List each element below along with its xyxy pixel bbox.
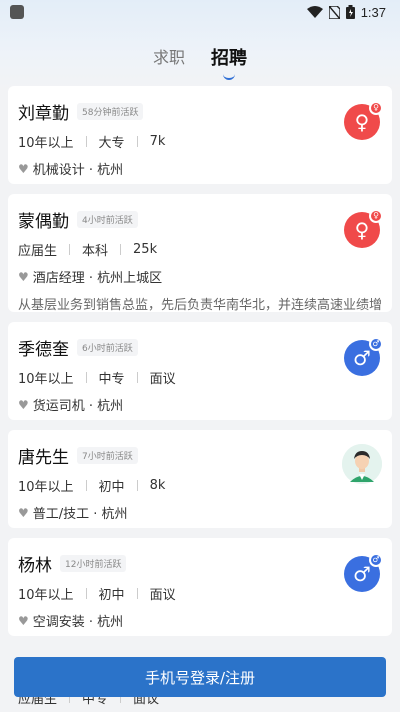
candidate-card[interactable]: 刘章勤 58分钟前活跃 10年以上 大专 7k ♥ 机械设计 · 杭州 ♀ ♀ bbox=[8, 86, 392, 184]
status-time: 1:37 bbox=[360, 4, 386, 20]
divider bbox=[136, 480, 138, 491]
tab-recruiting[interactable]: 招聘 bbox=[209, 40, 249, 80]
male-avatar: ♂ ♂ bbox=[344, 553, 383, 592]
education: 初中 bbox=[98, 480, 125, 495]
divider bbox=[120, 244, 122, 255]
gender-badge-icon: ♀ bbox=[369, 101, 383, 115]
status-bar: 1:37 bbox=[0, 0, 400, 24]
candidate-name: 杨林 bbox=[18, 555, 52, 576]
divider bbox=[85, 136, 87, 147]
desired-job: 酒店经理 · 杭州上城区 bbox=[32, 271, 163, 286]
candidate-name: 刘章勤 bbox=[18, 103, 69, 124]
man-avatar-icon bbox=[342, 444, 382, 484]
salary: 8k bbox=[149, 478, 166, 493]
active-time-tag: 7小时前活跃 bbox=[77, 446, 138, 464]
candidate-list: 刘章勤 58分钟前活跃 10年以上 大专 7k ♥ 机械设计 · 杭州 ♀ ♀ … bbox=[8, 86, 392, 646]
candidate-card[interactable]: 杨林 12小时前活跃 10年以上 初中 面议 ♥ 空调安装 · 杭州 ♂ ♂ bbox=[8, 538, 392, 636]
candidate-name: 季德奎 bbox=[18, 339, 69, 360]
male-avatar: ♂ ♂ bbox=[344, 337, 383, 376]
heart-icon: ♥ bbox=[18, 161, 29, 176]
female-symbol-icon: ♀ bbox=[354, 110, 370, 134]
heart-icon: ♥ bbox=[18, 613, 29, 628]
gender-badge-icon: ♂ bbox=[369, 553, 383, 567]
experience: 应届生 bbox=[18, 244, 58, 259]
female-symbol-icon: ♀ bbox=[354, 218, 370, 242]
experience: 10年以上 bbox=[18, 136, 74, 151]
divider bbox=[85, 480, 87, 491]
divider bbox=[69, 244, 71, 255]
salary: 7k bbox=[149, 134, 166, 149]
salary: 面议 bbox=[149, 588, 176, 603]
male-symbol-icon: ♂ bbox=[353, 562, 371, 586]
tab-job-seeking[interactable]: 求职 bbox=[151, 40, 187, 72]
heart-icon: ♥ bbox=[18, 505, 29, 520]
divider bbox=[136, 588, 138, 599]
male-symbol-icon: ♂ bbox=[353, 346, 371, 370]
divider bbox=[85, 588, 87, 599]
salary: 面议 bbox=[149, 372, 176, 387]
gender-badge-icon: ♂ bbox=[369, 337, 383, 351]
experience: 10年以上 bbox=[18, 588, 74, 603]
active-time-tag: 4小时前活跃 bbox=[77, 210, 138, 228]
status-icons: 1:37 bbox=[306, 4, 386, 20]
candidate-card[interactable]: 季德奎 6小时前活跃 10年以上 中专 面议 ♥ 货运司机 · 杭州 ♂ ♂ bbox=[8, 322, 392, 420]
candidate-card[interactable]: 唐先生 7小时前活跃 10年以上 初中 8k ♥ 普工/技工 · 杭州 bbox=[8, 430, 392, 528]
experience: 10年以上 bbox=[18, 372, 74, 387]
active-time-tag: 12小时前活跃 bbox=[60, 554, 127, 572]
tab-recruiting-label: 招聘 bbox=[211, 48, 247, 69]
desired-job: 普工/技工 · 杭州 bbox=[32, 507, 128, 522]
female-avatar: ♀ ♀ bbox=[344, 101, 383, 140]
candidate-name: 唐先生 bbox=[18, 447, 69, 468]
desired-job: 货运司机 · 杭州 bbox=[32, 399, 124, 414]
active-time-tag: 6小时前活跃 bbox=[77, 338, 138, 356]
education: 大专 bbox=[98, 136, 125, 151]
candidate-description: 从基层业务到销售总监，先后负责华南华北，并连续高速业绩增长 bbox=[18, 298, 382, 313]
no-sim-icon bbox=[328, 5, 340, 19]
battery-icon bbox=[345, 5, 355, 19]
phone-login-register-button[interactable]: 手机号登录/注册 bbox=[14, 657, 386, 697]
desired-job: 空调安装 · 杭州 bbox=[32, 615, 124, 630]
divider bbox=[85, 372, 87, 383]
candidate-card[interactable]: 蒙偶勤 4小时前活跃 应届生 本科 25k ♥ 酒店经理 · 杭州上城区 从基层… bbox=[8, 194, 392, 313]
desired-job: 机械设计 · 杭州 bbox=[32, 163, 124, 178]
female-avatar: ♀ ♀ bbox=[344, 209, 383, 248]
education: 初中 bbox=[98, 588, 125, 603]
heart-icon: ♥ bbox=[18, 397, 29, 412]
education: 本科 bbox=[82, 244, 109, 259]
heart-icon: ♥ bbox=[18, 269, 29, 284]
education: 中专 bbox=[98, 372, 125, 387]
app-notification-icon bbox=[10, 5, 24, 19]
gender-badge-icon: ♀ bbox=[369, 209, 383, 223]
divider bbox=[136, 372, 138, 383]
candidate-name: 蒙偶勤 bbox=[18, 211, 69, 232]
top-tabs: 求职 招聘 bbox=[0, 40, 400, 80]
person-avatar bbox=[342, 444, 382, 484]
salary: 25k bbox=[133, 242, 158, 257]
experience: 10年以上 bbox=[18, 480, 74, 495]
wifi-icon bbox=[306, 6, 323, 18]
active-time-tag: 58分钟前活跃 bbox=[77, 102, 144, 120]
divider bbox=[136, 136, 138, 147]
